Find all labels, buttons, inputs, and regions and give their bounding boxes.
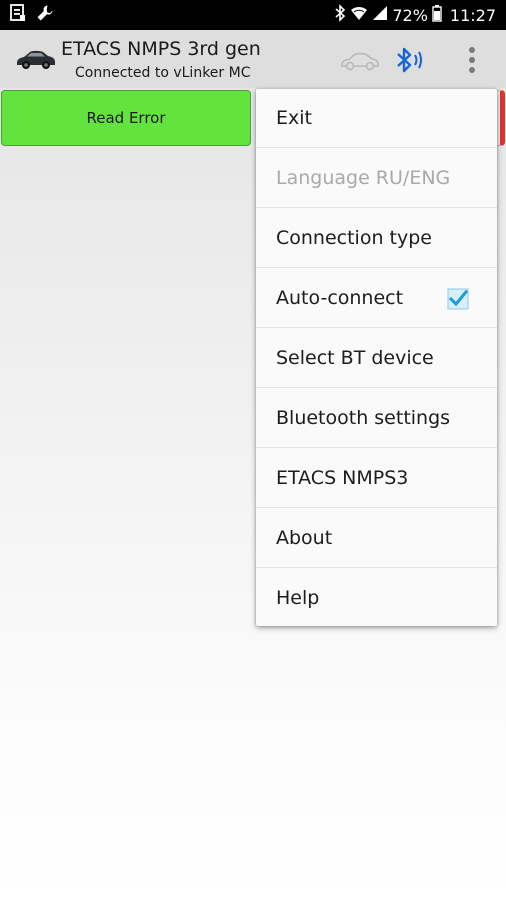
wifi-icon — [350, 4, 368, 26]
menu-item-label: Bluetooth settings — [276, 407, 451, 429]
bluetooth-connected-icon[interactable] — [394, 45, 424, 75]
menu-item-connection-type[interactable]: Connection type — [256, 209, 497, 268]
wrench-icon — [36, 4, 54, 26]
menu-item-select-bt-device[interactable]: Select BT device — [256, 329, 497, 388]
more-vert-icon[interactable] — [456, 42, 488, 78]
menu-item-help[interactable]: Help — [256, 569, 497, 628]
menu-item-label: Connection type — [276, 227, 432, 249]
menu-item-about[interactable]: About — [256, 509, 497, 568]
signal-icon — [372, 4, 388, 26]
app-title: ETACS NMPS 3rd gen — [61, 38, 261, 60]
connection-status: Connected to vLinker MC — [75, 65, 251, 81]
battery-icon — [432, 4, 442, 26]
menu-item-label: ETACS NMPS3 — [276, 467, 409, 489]
menu-item-auto-connect[interactable]: Auto-connect — [256, 269, 497, 328]
menu-item-label: Auto-connect — [276, 287, 404, 309]
bluetooth-icon — [334, 4, 346, 26]
app-bar: ETACS NMPS 3rd gen Connected to vLinker … — [0, 30, 506, 88]
car-icon — [15, 47, 57, 71]
overflow-menu: Exit Language RU/ENG Connection type Aut… — [256, 89, 497, 626]
menu-item-label: Select BT device — [276, 347, 434, 369]
status-bar: 72% 11:27 — [0, 0, 506, 30]
menu-item-exit[interactable]: Exit — [256, 89, 497, 148]
menu-item-label: Exit — [276, 107, 312, 129]
notification-icon — [10, 4, 26, 26]
car-outline-icon[interactable] — [339, 50, 381, 72]
menu-item-label: About — [276, 527, 333, 549]
menu-item-label: Help — [276, 587, 320, 609]
menu-item-bluetooth-settings[interactable]: Bluetooth settings — [256, 389, 497, 448]
clock: 11:27 — [449, 5, 496, 25]
menu-item-etacs-nmps3[interactable]: ETACS NMPS3 — [256, 449, 497, 508]
menu-item-label: Language RU/ENG — [276, 167, 451, 189]
auto-connect-checkbox[interactable] — [447, 288, 469, 310]
read-error-button[interactable]: Read Error — [1, 90, 251, 146]
menu-item-language: Language RU/ENG — [256, 149, 497, 208]
battery-percentage: 72% — [392, 5, 428, 25]
